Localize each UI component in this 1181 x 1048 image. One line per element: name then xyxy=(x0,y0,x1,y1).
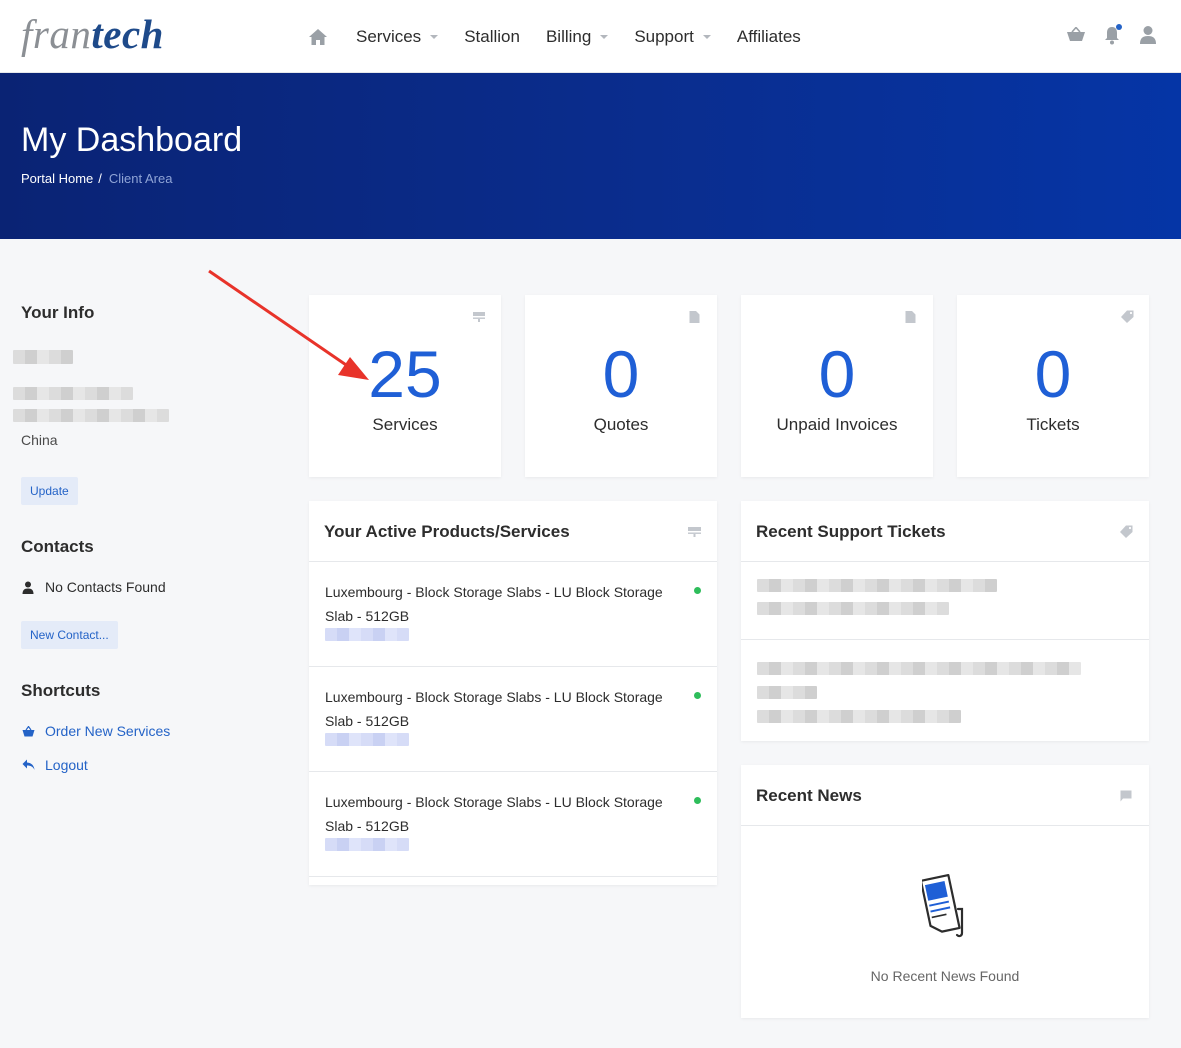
redacted-address-line1 xyxy=(13,387,133,400)
no-news-text: No Recent News Found xyxy=(870,968,1020,984)
nav-support-label: Support xyxy=(634,26,694,46)
no-contacts-text: No Contacts Found xyxy=(45,579,166,595)
product-name: Luxembourg - Block Storage Slabs - LU Bl… xyxy=(325,584,663,624)
document-icon xyxy=(905,310,917,323)
chevron-down-icon xyxy=(702,34,711,39)
new-contact-button[interactable]: New Contact... xyxy=(21,621,118,649)
top-navbar: frantech Services Stallion Billing Suppo… xyxy=(0,0,1181,73)
nav-affiliates[interactable]: Affiliates xyxy=(737,27,801,47)
brand-logo-part2: tech xyxy=(91,11,164,57)
user-icon xyxy=(21,580,35,594)
stat-card-unpaid-invoices[interactable]: 0 Unpaid Invoices xyxy=(741,295,933,477)
stat-card-tickets[interactable]: 0 Tickets xyxy=(957,295,1149,477)
ticket-item[interactable] xyxy=(741,562,1149,640)
tag-icon xyxy=(1120,525,1134,538)
document-icon xyxy=(689,310,701,323)
home-icon[interactable] xyxy=(308,27,330,47)
recent-news-title: Recent News xyxy=(756,786,862,805)
shortcut-order-new-services[interactable]: Order New Services xyxy=(21,723,170,739)
notification-dot xyxy=(1116,24,1122,30)
shortcut-logout[interactable]: Logout xyxy=(21,757,88,773)
brand-logo[interactable]: frantech xyxy=(21,10,164,58)
breadcrumb-home[interactable]: Portal Home xyxy=(21,171,93,186)
nav-affiliates-label: Affiliates xyxy=(736,26,801,46)
product-item[interactable]: Luxembourg - Block Storage Slabs - LU Bl… xyxy=(309,667,717,772)
active-status-dot xyxy=(694,587,701,594)
stat-services-label: Services xyxy=(372,415,438,434)
server-icon xyxy=(473,310,485,322)
active-status-dot xyxy=(694,797,701,804)
active-products-title: Your Active Products/Services xyxy=(324,522,570,541)
product-item[interactable]: Luxembourg - Block Storage Slabs - LU Bl… xyxy=(309,562,717,667)
user-icon[interactable] xyxy=(1137,24,1159,46)
brand-logo-part1: fran xyxy=(21,11,92,57)
recent-tickets-panel: Recent Support Tickets xyxy=(741,501,1149,741)
nav-billing[interactable]: Billing xyxy=(545,26,609,47)
your-info-heading: Your Info xyxy=(21,303,95,322)
server-icon xyxy=(688,525,702,537)
cart-icon[interactable] xyxy=(1065,24,1087,46)
bell-icon[interactable] xyxy=(1101,24,1123,46)
nav-services[interactable]: Services xyxy=(356,26,439,47)
breadcrumb-current: Client Area xyxy=(108,171,173,186)
redacted-product-domain xyxy=(325,628,409,641)
flag-icon xyxy=(1120,789,1134,802)
redacted-name xyxy=(13,350,73,364)
breadcrumb: Portal Home / Client Area xyxy=(21,171,172,186)
nav-services-label: Services xyxy=(356,26,422,46)
basket-icon xyxy=(21,724,35,738)
nav-billing-label: Billing xyxy=(545,26,592,46)
redacted-product-domain xyxy=(325,733,409,746)
newspaper-icon xyxy=(919,873,968,939)
contacts-heading: Contacts xyxy=(21,537,94,556)
nav-support[interactable]: Support xyxy=(634,27,711,47)
stat-tickets-label: Tickets xyxy=(1026,415,1080,434)
nav-stallion[interactable]: Stallion xyxy=(464,27,520,47)
your-info-country: China xyxy=(21,432,58,448)
recent-tickets-title: Recent Support Tickets xyxy=(756,522,946,541)
update-info-button[interactable]: Update xyxy=(21,477,78,505)
chevron-down-icon xyxy=(430,34,439,39)
redacted-product-domain xyxy=(325,838,409,851)
product-item[interactable]: Luxembourg - Block Storage Slabs - LU Bl… xyxy=(309,772,717,877)
logout-icon xyxy=(21,758,35,772)
page-header-banner: My Dashboard Portal Home / Client Area xyxy=(0,73,1181,239)
redacted-ticket-subject xyxy=(757,579,997,592)
stat-card-quotes[interactable]: 0 Quotes xyxy=(525,295,717,477)
redacted-ticket-meta xyxy=(757,602,949,615)
stat-card-services[interactable]: 25 Services xyxy=(309,295,501,477)
redacted-address-line2 xyxy=(13,409,169,422)
header-actions xyxy=(1051,24,1159,46)
chevron-down-icon xyxy=(600,34,609,39)
breadcrumb-separator: / xyxy=(98,171,102,186)
active-products-header: Your Active Products/Services xyxy=(309,501,717,562)
main-nav: Services Stallion Billing Support Affili… xyxy=(308,0,827,73)
tag-icon xyxy=(1121,310,1134,323)
ticket-item[interactable] xyxy=(741,640,1149,740)
recent-news-panel: Recent News No Recent News Found xyxy=(741,765,1149,1018)
active-products-panel: Your Active Products/Services Luxembourg… xyxy=(309,501,717,885)
recent-tickets-header: Recent Support Tickets xyxy=(741,501,1149,562)
product-name: Luxembourg - Block Storage Slabs - LU Bl… xyxy=(325,794,663,834)
shortcuts-heading: Shortcuts xyxy=(21,681,101,700)
stat-tickets-value: 0 xyxy=(1034,337,1072,411)
shortcut-order-label: Order New Services xyxy=(45,723,171,739)
stat-quotes-value: 0 xyxy=(602,337,640,411)
stat-quotes-label: Quotes xyxy=(593,415,649,434)
page-title: My Dashboard xyxy=(21,121,243,159)
stat-unpaid-invoices-value: 0 xyxy=(818,337,856,411)
recent-news-header: Recent News xyxy=(741,765,1149,826)
stat-unpaid-invoices-label: Unpaid Invoices xyxy=(776,415,898,434)
active-status-dot xyxy=(694,692,701,699)
redacted-ticket-status xyxy=(757,686,817,699)
redacted-ticket-subject xyxy=(757,662,1081,675)
redacted-ticket-meta xyxy=(757,710,961,723)
nav-stallion-label: Stallion xyxy=(464,26,520,46)
shortcut-logout-label: Logout xyxy=(45,757,88,773)
stat-services-value: 25 xyxy=(368,337,442,411)
no-contacts-row: No Contacts Found xyxy=(21,579,166,595)
product-name: Luxembourg - Block Storage Slabs - LU Bl… xyxy=(325,689,663,729)
